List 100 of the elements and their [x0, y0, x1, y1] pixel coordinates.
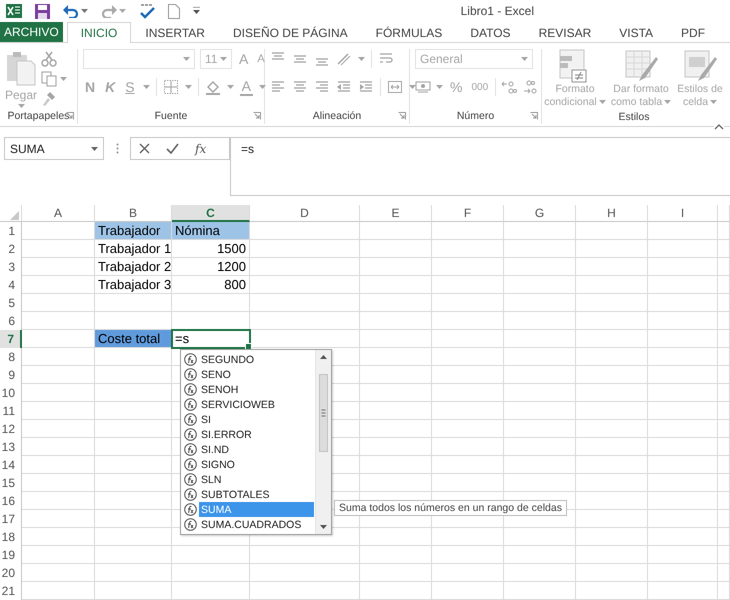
function-icon	[184, 353, 197, 366]
confirm-icon[interactable]	[166, 143, 179, 154]
window-title: Libro1 - Excel	[460, 4, 534, 18]
column-header[interactable]: F	[432, 205, 504, 222]
table-cell[interactable]: =s	[172, 330, 250, 348]
table-cell[interactable]: 1500	[172, 240, 250, 258]
row-header[interactable]: 19	[0, 546, 22, 564]
collapse-ribbon-icon[interactable]	[714, 124, 724, 130]
redo-icon[interactable]	[101, 4, 117, 18]
undo-icon[interactable]	[63, 4, 79, 18]
table-cell[interactable]: 1200	[172, 258, 250, 276]
function-option[interactable]: SERVICIOWEB	[199, 397, 314, 412]
ribbon-tab[interactable]: DATOS	[456, 22, 525, 43]
function-option[interactable]: SI.ERROR	[199, 427, 314, 442]
caret-icon[interactable]	[664, 100, 672, 104]
more-options-icon[interactable]	[116, 143, 119, 154]
row-header[interactable]: 15	[0, 474, 22, 492]
group-label: Número	[456, 110, 494, 122]
function-option[interactable]: SUMA.CUADRADOS	[199, 517, 314, 532]
scroll-thumb[interactable]	[319, 374, 328, 452]
spellcheck-icon[interactable]	[139, 3, 155, 19]
row-header[interactable]: 6	[0, 312, 22, 330]
row-header[interactable]: 4	[0, 276, 22, 294]
caret-icon[interactable]	[91, 146, 98, 150]
cancel-icon[interactable]	[139, 143, 150, 154]
select-all-icon[interactable]	[10, 210, 19, 220]
group-label: Alineación	[312, 110, 362, 122]
insert-function-button[interactable]: fx	[195, 142, 206, 156]
save-icon[interactable]	[35, 4, 50, 18]
app-logo-icon[interactable]	[6, 3, 22, 19]
ribbon-tab[interactable]: FÓRMULAS	[362, 22, 456, 43]
row-header[interactable]: 16	[0, 492, 22, 510]
row-header[interactable]: 13	[0, 438, 22, 456]
table-cell[interactable]: 800	[172, 276, 250, 294]
caret-icon[interactable]	[710, 100, 718, 104]
column-header[interactable]: D	[250, 205, 360, 222]
ribbon-tab[interactable]: REVISAR	[524, 22, 606, 43]
function-option[interactable]: SUBTOTALES	[199, 487, 314, 502]
function-option[interactable]: SENO	[199, 367, 314, 382]
file-menu-button[interactable]: ARCHIVO	[0, 22, 63, 42]
row-header[interactable]: 20	[0, 564, 22, 582]
column-header[interactable]: B	[95, 205, 172, 222]
group-label: Estilos	[618, 110, 650, 122]
caret-icon[interactable]	[183, 57, 190, 61]
caret-icon[interactable]	[81, 9, 88, 13]
column-header[interactable]: G	[504, 205, 576, 222]
row-header[interactable]: 9	[0, 366, 22, 384]
column-header[interactable]: I	[648, 205, 718, 222]
table-cell[interactable]: Trabajador 2	[95, 258, 172, 276]
column-header[interactable]: H	[576, 205, 648, 222]
function-icon	[184, 368, 197, 381]
column-header[interactable]: C	[172, 205, 250, 222]
table-cell[interactable]: Trabajador	[95, 222, 172, 240]
paste-icon[interactable]	[5, 51, 38, 86]
function-option[interactable]: SLN	[199, 472, 314, 487]
row-header[interactable]: 11	[0, 402, 22, 420]
row-header[interactable]: 3	[0, 258, 22, 276]
row-header[interactable]: 1	[0, 222, 22, 240]
function-icon	[184, 443, 197, 456]
ribbon-tab[interactable]: INSERTAR	[131, 22, 219, 43]
row-header[interactable]: 14	[0, 456, 22, 474]
function-option[interactable]: SIGNO	[199, 457, 314, 472]
table-cell[interactable]: Trabajador 3	[95, 276, 172, 294]
ribbon-tab[interactable]: PDF	[667, 22, 720, 43]
column-header[interactable]: E	[360, 205, 432, 222]
ribbon-tab[interactable]: VISTA	[605, 22, 668, 43]
caret-icon[interactable]	[18, 104, 25, 108]
function-option[interactable]: SENOH	[199, 382, 314, 397]
scroll-down-icon[interactable]	[320, 525, 327, 529]
function-icon	[184, 383, 197, 396]
row-header[interactable]: 5	[0, 294, 22, 312]
row-header[interactable]: 8	[0, 348, 22, 366]
caret-icon[interactable]	[598, 100, 606, 104]
row-header[interactable]: 2	[0, 240, 22, 258]
caret-icon[interactable]	[521, 57, 528, 61]
function-option[interactable]: SI	[199, 412, 314, 427]
row-header[interactable]: 18	[0, 528, 22, 546]
table-cell[interactable]: Nómina	[172, 222, 250, 240]
ribbon-tab[interactable]: INICIO	[66, 22, 132, 43]
table-cell[interactable]: Trabajador 1	[95, 240, 172, 258]
function-icon	[184, 503, 197, 516]
row-header[interactable]: 17	[0, 510, 22, 528]
function-option[interactable]: SEGUNDO	[199, 352, 314, 367]
row-header[interactable]: 10	[0, 384, 22, 402]
name-box[interactable]: SUMA	[4, 137, 104, 160]
row-header[interactable]: 7	[0, 330, 22, 348]
function-icon	[184, 473, 197, 486]
formula-field[interactable]: =s	[230, 137, 730, 196]
table-cell[interactable]: Coste total	[95, 330, 172, 348]
scrollbar[interactable]	[315, 350, 331, 534]
row-header[interactable]: 12	[0, 420, 22, 438]
customize-toolbar-icon[interactable]	[193, 7, 200, 15]
function-option[interactable]: SI.ND	[199, 442, 314, 457]
caret-icon[interactable]	[220, 57, 227, 61]
document-icon[interactable]	[168, 4, 180, 18]
row-header[interactable]: 21	[0, 582, 22, 600]
scroll-up-icon[interactable]	[320, 355, 327, 359]
column-header[interactable]: A	[22, 205, 95, 222]
group-label: Portapapeles	[8, 110, 70, 122]
ribbon-tab[interactable]: DISEÑO DE PÁGINA	[218, 22, 362, 43]
